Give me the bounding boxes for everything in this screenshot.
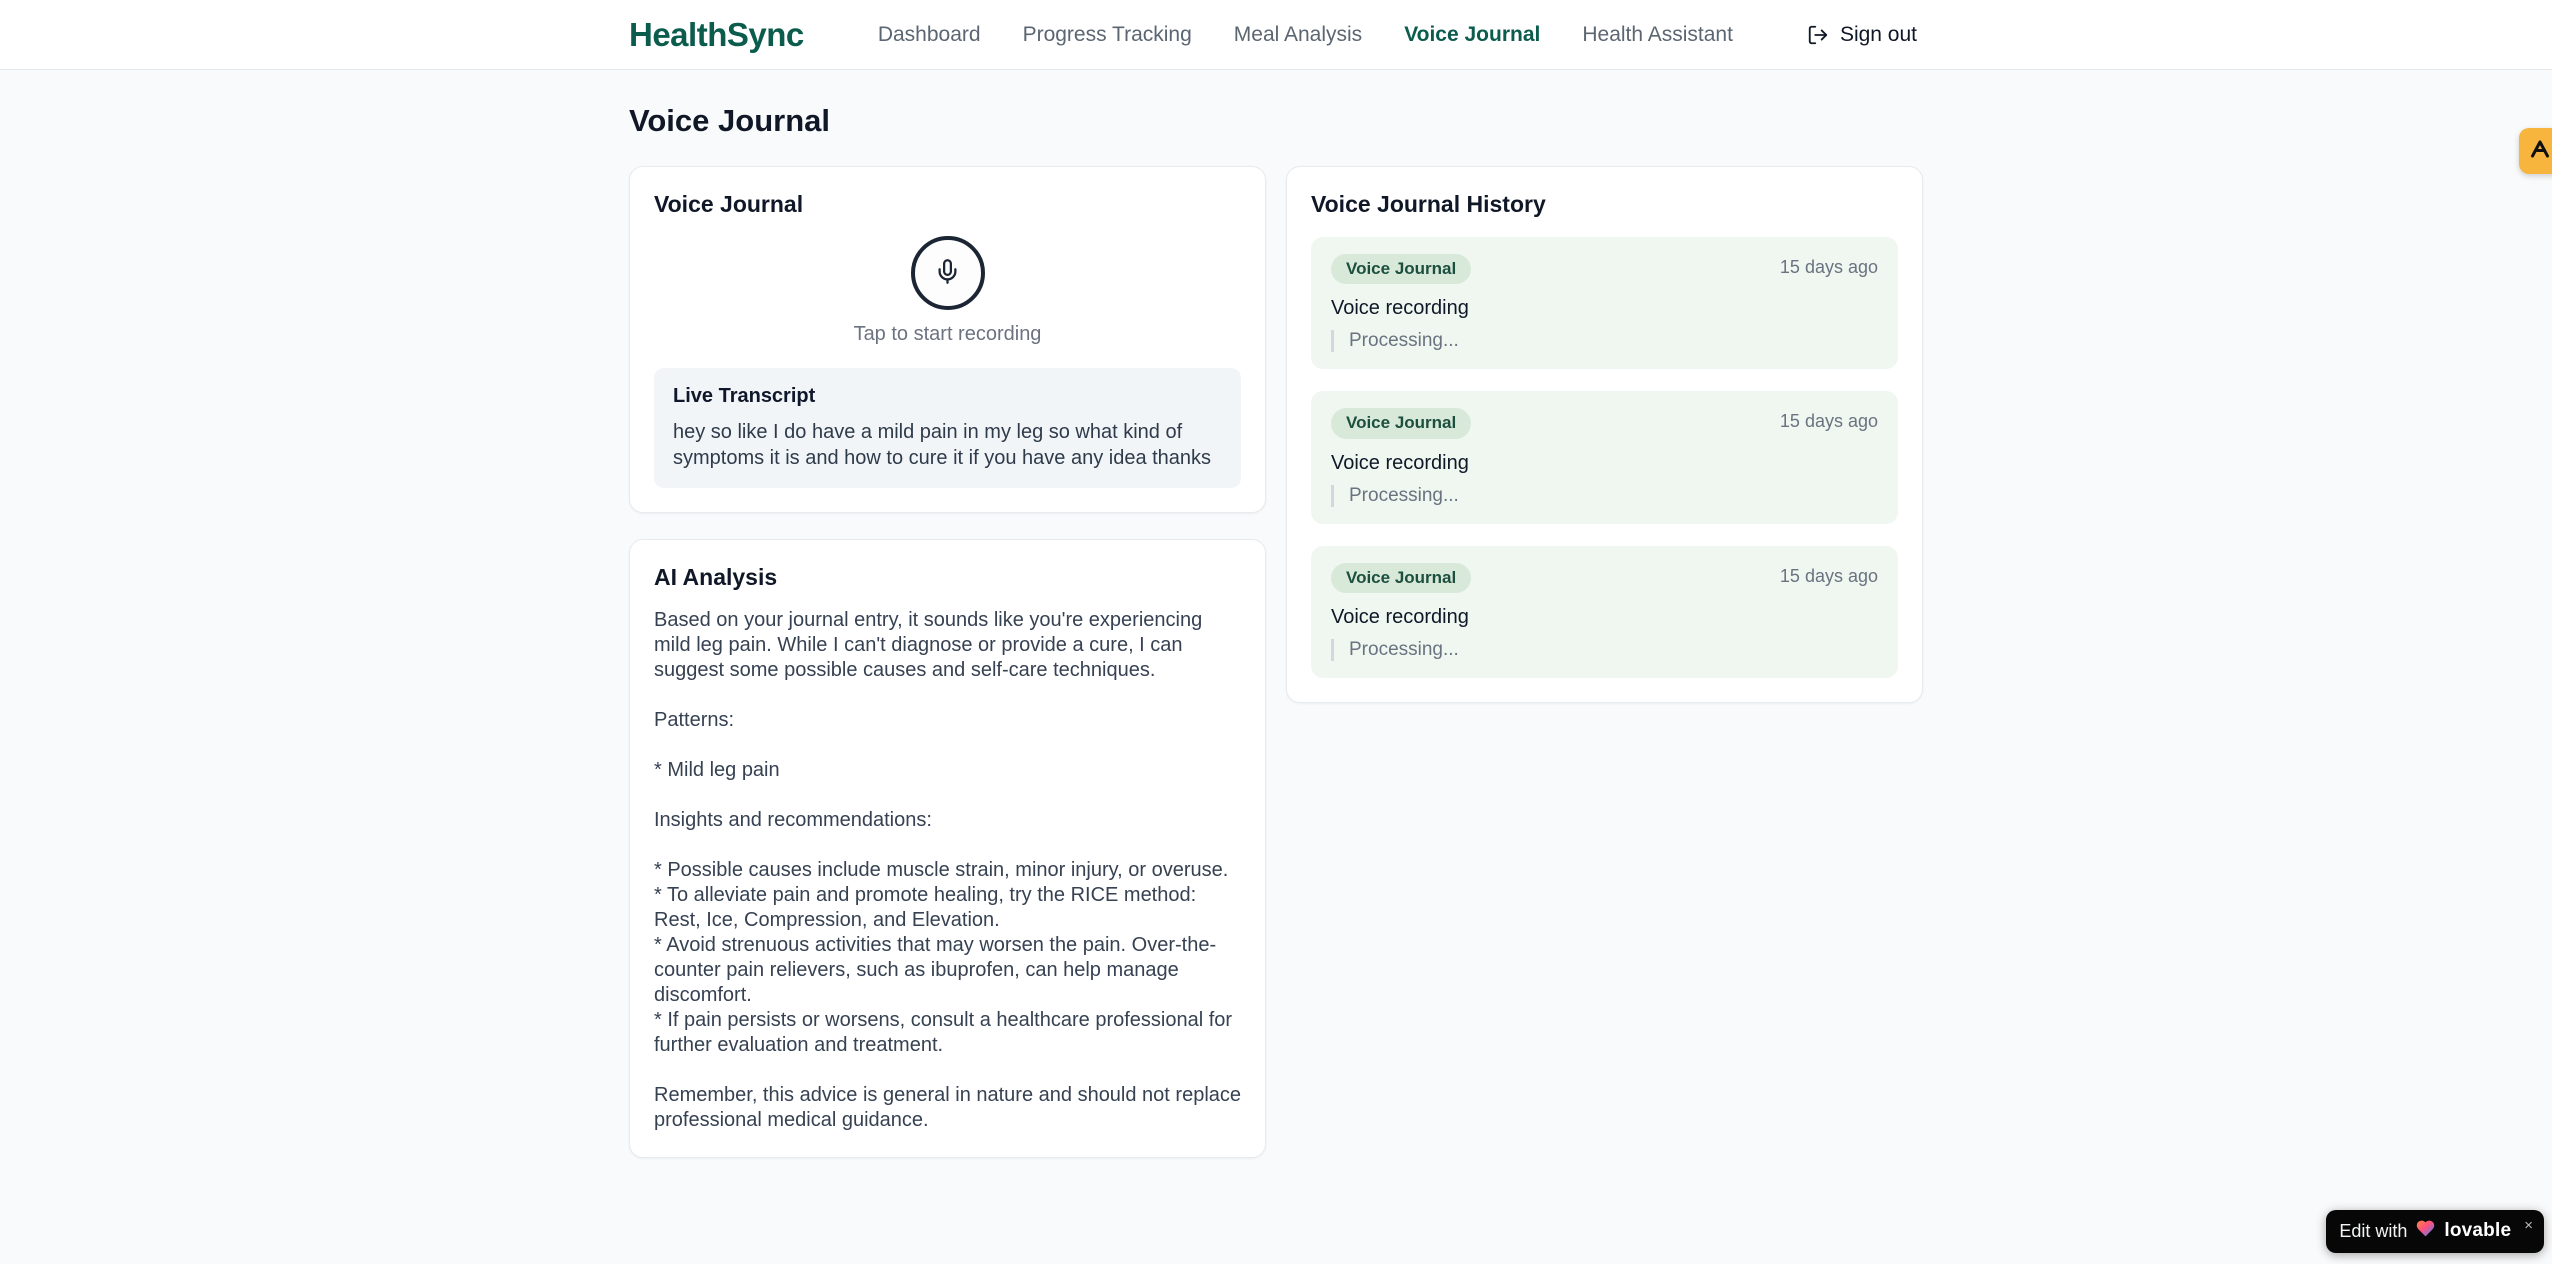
history-entry[interactable]: Voice Journal 15 days ago Voice recordin… — [1311, 391, 1898, 524]
entry-title: Voice recording — [1331, 451, 1469, 474]
microphone-icon — [934, 258, 961, 288]
side-widget-button[interactable] — [2519, 128, 2552, 174]
nav-item-dashboard[interactable]: Dashboard — [878, 23, 981, 47]
sign-out-label: Sign out — [1839, 22, 1917, 46]
live-transcript-title: Live Transcript — [673, 385, 816, 407]
history-card-title: Voice Journal History — [1311, 191, 1546, 217]
live-transcript-box: Live Transcript hey so like I do have a … — [654, 368, 1241, 488]
nav-item-voice-journal[interactable]: Voice Journal — [1404, 23, 1540, 47]
nav-item-progress-tracking[interactable]: Progress Tracking — [1023, 23, 1192, 47]
entry-timestamp: 15 days ago — [1779, 257, 1878, 277]
entry-title: Voice recording — [1331, 297, 1469, 320]
live-transcript-text: hey so like I do have a mild pain in my … — [673, 421, 1212, 469]
entry-status: Processing... — [1331, 639, 1878, 662]
history-entry[interactable]: Voice Journal 15 days ago Voice recordin… — [1311, 237, 1898, 370]
entry-type-badge: Voice Journal — [1331, 562, 1472, 594]
sign-out-button[interactable]: Sign out — [1801, 22, 1923, 48]
history-entry[interactable]: Voice Journal 15 days ago Voice recordin… — [1311, 545, 1898, 679]
edit-with-label: Edit with — [2339, 1220, 2408, 1241]
top-navigation-bar: HealthSync Dashboard Progress Tracking M… — [0, 0, 2552, 70]
edit-with-lovable-badge[interactable]: Edit with lovable × — [2326, 1210, 2544, 1253]
tap-to-record-hint: Tap to start recording — [853, 323, 1042, 345]
entry-type-badge: Voice Journal — [1331, 408, 1472, 439]
page-title: Voice Journal — [629, 103, 830, 138]
app-logo[interactable]: HealthSync — [629, 16, 804, 54]
entry-status: Processing... — [1331, 330, 1878, 353]
analysis-text: Based on your journal entry, it sounds l… — [654, 609, 1242, 1131]
voice-journal-history-card: Voice Journal History Voice Journal 15 d… — [1286, 166, 1923, 704]
record-button[interactable] — [910, 236, 985, 310]
recorder-card-title: Voice Journal — [654, 191, 804, 217]
nav-item-health-assistant[interactable]: Health Assistant — [1582, 23, 1733, 47]
analysis-card-title: AI Analysis — [654, 564, 778, 590]
heart-gradient-icon — [2415, 1218, 2436, 1244]
lovable-wordmark: lovable — [2444, 1220, 2512, 1241]
logout-icon — [1807, 24, 1829, 46]
nav-item-meal-analysis[interactable]: Meal Analysis — [1234, 23, 1362, 47]
entry-timestamp: 15 days ago — [1779, 565, 1878, 586]
voice-recorder-card: Voice Journal Tap to start recording Liv… — [629, 166, 1266, 513]
a-logo-icon — [2528, 137, 2552, 166]
close-icon[interactable]: × — [2524, 1218, 2533, 1233]
main-nav: Dashboard Progress Tracking Meal Analysi… — [878, 22, 1923, 48]
entry-status: Processing... — [1331, 484, 1878, 507]
entry-timestamp: 15 days ago — [1779, 411, 1878, 432]
entry-title: Voice recording — [1331, 606, 1469, 629]
entry-type-badge: Voice Journal — [1331, 254, 1472, 285]
ai-analysis-card: AI Analysis Based on your journal entry,… — [629, 539, 1266, 1158]
